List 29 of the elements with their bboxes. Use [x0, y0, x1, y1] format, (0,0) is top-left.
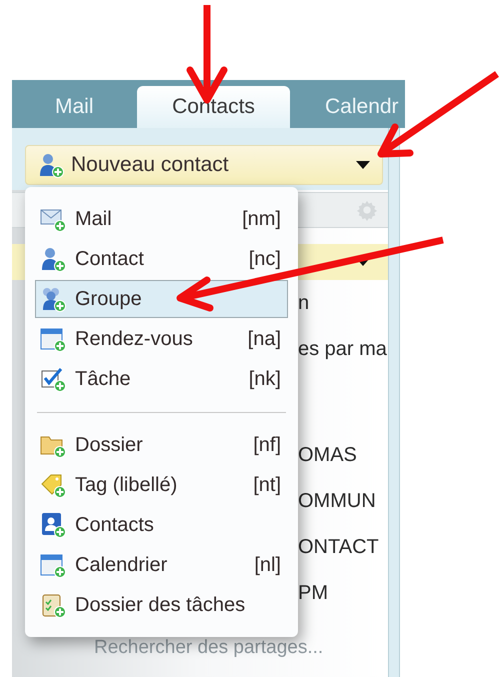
clipboard-add-icon [40, 592, 67, 618]
caret-icon [356, 161, 370, 169]
menu-item[interactable]: Dossier des tâches [35, 586, 288, 624]
settings-icon [356, 199, 378, 221]
menu-item[interactable]: Contacts [35, 506, 288, 544]
folder-label: es par ma [298, 337, 387, 362]
menu-item[interactable]: Groupe [35, 280, 288, 318]
menu-item[interactable]: Calendrier [nl] [35, 546, 288, 584]
tag-add-icon [40, 472, 67, 498]
menu-item[interactable]: Dossier [nf] [35, 426, 288, 464]
calendar-add-icon [40, 552, 67, 578]
menu-item[interactable]: Tâche [nk] [35, 360, 288, 398]
tab[interactable]: Contacts [137, 86, 290, 128]
calendar-add-icon [40, 326, 67, 352]
checkbox-add-icon [40, 366, 67, 392]
folder-label: OMAS [298, 443, 357, 468]
folder-label: ONTACT [298, 535, 379, 560]
person-add-icon [38, 152, 65, 178]
menu-item[interactable]: Rendez-vous [na] [35, 320, 288, 358]
folder-label: PM [298, 581, 328, 606]
menu-item[interactable]: Mail [nm] [35, 200, 288, 238]
address-book-icon [40, 512, 67, 538]
person-add-icon [40, 246, 67, 272]
folder-label: n [298, 291, 310, 316]
group-add-icon [40, 286, 67, 312]
menu-item[interactable]: Contact [nc] [35, 240, 288, 278]
folder-label: OMMUN [298, 489, 376, 514]
menu-item[interactable]: Tag (libellé) [nt] [35, 466, 288, 504]
new-contact-button[interactable]: Nouveau contact [25, 145, 383, 185]
